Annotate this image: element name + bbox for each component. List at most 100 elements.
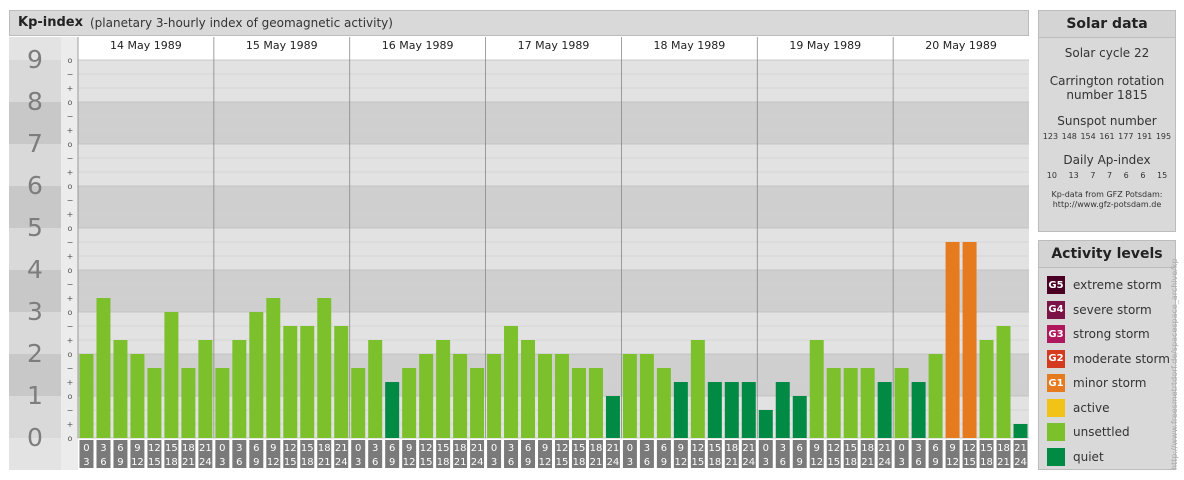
kp-bar: [911, 382, 926, 438]
kp-bar: [266, 298, 281, 438]
legend-label: quiet: [1073, 449, 1104, 464]
y-tick-label: 7: [27, 129, 43, 158]
interval-start: 15: [980, 443, 993, 454]
interval-end: 24: [471, 457, 484, 468]
kp-bar: [639, 354, 654, 438]
interval-start: 15: [301, 443, 314, 454]
solar-data-panel: Solar data Solar cycle 22 Carrington rot…: [1038, 10, 1176, 232]
legend-swatch: [1047, 447, 1065, 466]
interval-start: 0: [83, 443, 89, 454]
kp-bar: [555, 354, 569, 438]
day-label: 15 May 1989: [246, 39, 318, 52]
interval-end: 9: [253, 457, 259, 468]
y-tick-label: 3: [27, 297, 43, 326]
kp-bar: [521, 340, 536, 438]
interval-start: 12: [556, 443, 569, 454]
y-minor-label: −: [67, 196, 74, 205]
ap-value: 7: [1106, 171, 1113, 180]
y-minor-label: −: [67, 406, 74, 415]
y-minor-label: o: [68, 434, 73, 443]
interval-start: 6: [932, 443, 938, 454]
interval-start: 21: [1014, 443, 1027, 454]
day-label: 14 May 1989: [110, 39, 182, 52]
kp-bar: [283, 325, 298, 438]
interval-start: 6: [797, 443, 803, 454]
y-minor-label: +: [67, 336, 74, 345]
interval-start: 15: [165, 443, 178, 454]
band-8: [78, 60, 1029, 102]
interval-start: 15: [708, 443, 721, 454]
y-minor-label: −: [67, 112, 74, 121]
y-tick-label: 0: [27, 423, 43, 452]
interval-start: 12: [420, 443, 433, 454]
kp-bar: [96, 298, 111, 438]
interval-start: 9: [949, 443, 955, 454]
interval-end: 15: [284, 457, 297, 468]
interval-start: 0: [491, 443, 497, 454]
y-minor-label: o: [68, 350, 73, 359]
y-minor-label: o: [68, 224, 73, 233]
kp-bar: [249, 312, 264, 438]
y-tick-label: 6: [27, 171, 43, 200]
interval-end: 12: [403, 457, 416, 468]
kp-bar: [860, 367, 875, 438]
kp-bar: [198, 340, 213, 438]
interval-end: 3: [898, 457, 904, 468]
kp-bar: [334, 325, 349, 438]
interval-end: 21: [454, 457, 467, 468]
kp-bar: [928, 354, 943, 438]
interval-end: 15: [691, 457, 704, 468]
interval-start: 6: [117, 443, 123, 454]
interval-end: 18: [573, 457, 586, 468]
interval-start: 21: [471, 443, 484, 454]
interval-start: 21: [742, 443, 755, 454]
legend-item: active: [1047, 398, 1109, 418]
interval-end: 24: [335, 457, 348, 468]
carrington-line1: Carrington rotation: [1049, 74, 1165, 88]
y-minor-label: o: [68, 182, 73, 191]
y-minor-label: +: [67, 420, 74, 429]
interval-end: 9: [389, 457, 395, 468]
kp-bar: [945, 241, 960, 438]
sunspot-value: 195: [1155, 132, 1172, 141]
interval-end: 21: [997, 457, 1010, 468]
kp-bar: [113, 340, 128, 438]
kp-bar: [130, 354, 145, 438]
interval-end: 6: [100, 457, 106, 468]
legend-label: unsettled: [1073, 425, 1130, 439]
interval-start: 9: [406, 443, 412, 454]
kp-bar: [436, 340, 451, 438]
interval-end: 9: [797, 457, 803, 468]
sunspot-values: 123 148 154 161 177 191 195: [1039, 132, 1175, 141]
day-label: 18 May 1989: [653, 39, 725, 52]
interval-start: 18: [590, 443, 603, 454]
kp-bar: [538, 354, 552, 438]
interval-start: 18: [861, 443, 874, 454]
interval-end: 12: [810, 457, 823, 468]
interval-start: 21: [335, 443, 348, 454]
interval-start: 12: [963, 443, 976, 454]
kp-bar: [656, 367, 671, 438]
band-3: [78, 270, 1029, 312]
side-credit: http://www.freesmetrtdorf.de/spacespace_…: [1170, 258, 1179, 470]
sunspot-value: 154: [1080, 132, 1096, 141]
legend-label: severe storm: [1073, 302, 1152, 317]
interval-end: 6: [780, 457, 786, 468]
interval-start: 6: [389, 443, 395, 454]
interval-end: 3: [763, 457, 769, 468]
solar-cycle: Solar cycle 22: [1064, 46, 1150, 60]
interval-end: 18: [437, 457, 450, 468]
kp-bar: [962, 241, 977, 438]
interval-start: 6: [661, 443, 667, 454]
y-minor-label: −: [67, 70, 74, 79]
y-tick-label: 2: [27, 339, 43, 368]
day-label: 19 May 1989: [789, 39, 861, 52]
band-2: [78, 312, 1029, 354]
interval-end: 6: [915, 457, 921, 468]
interval-end: 3: [491, 457, 497, 468]
interval-end: 24: [878, 457, 891, 468]
y-minor-label: o: [68, 56, 73, 65]
kp-bar: [588, 367, 603, 438]
kp-bar: [809, 340, 824, 438]
interval-end: 18: [165, 457, 178, 468]
